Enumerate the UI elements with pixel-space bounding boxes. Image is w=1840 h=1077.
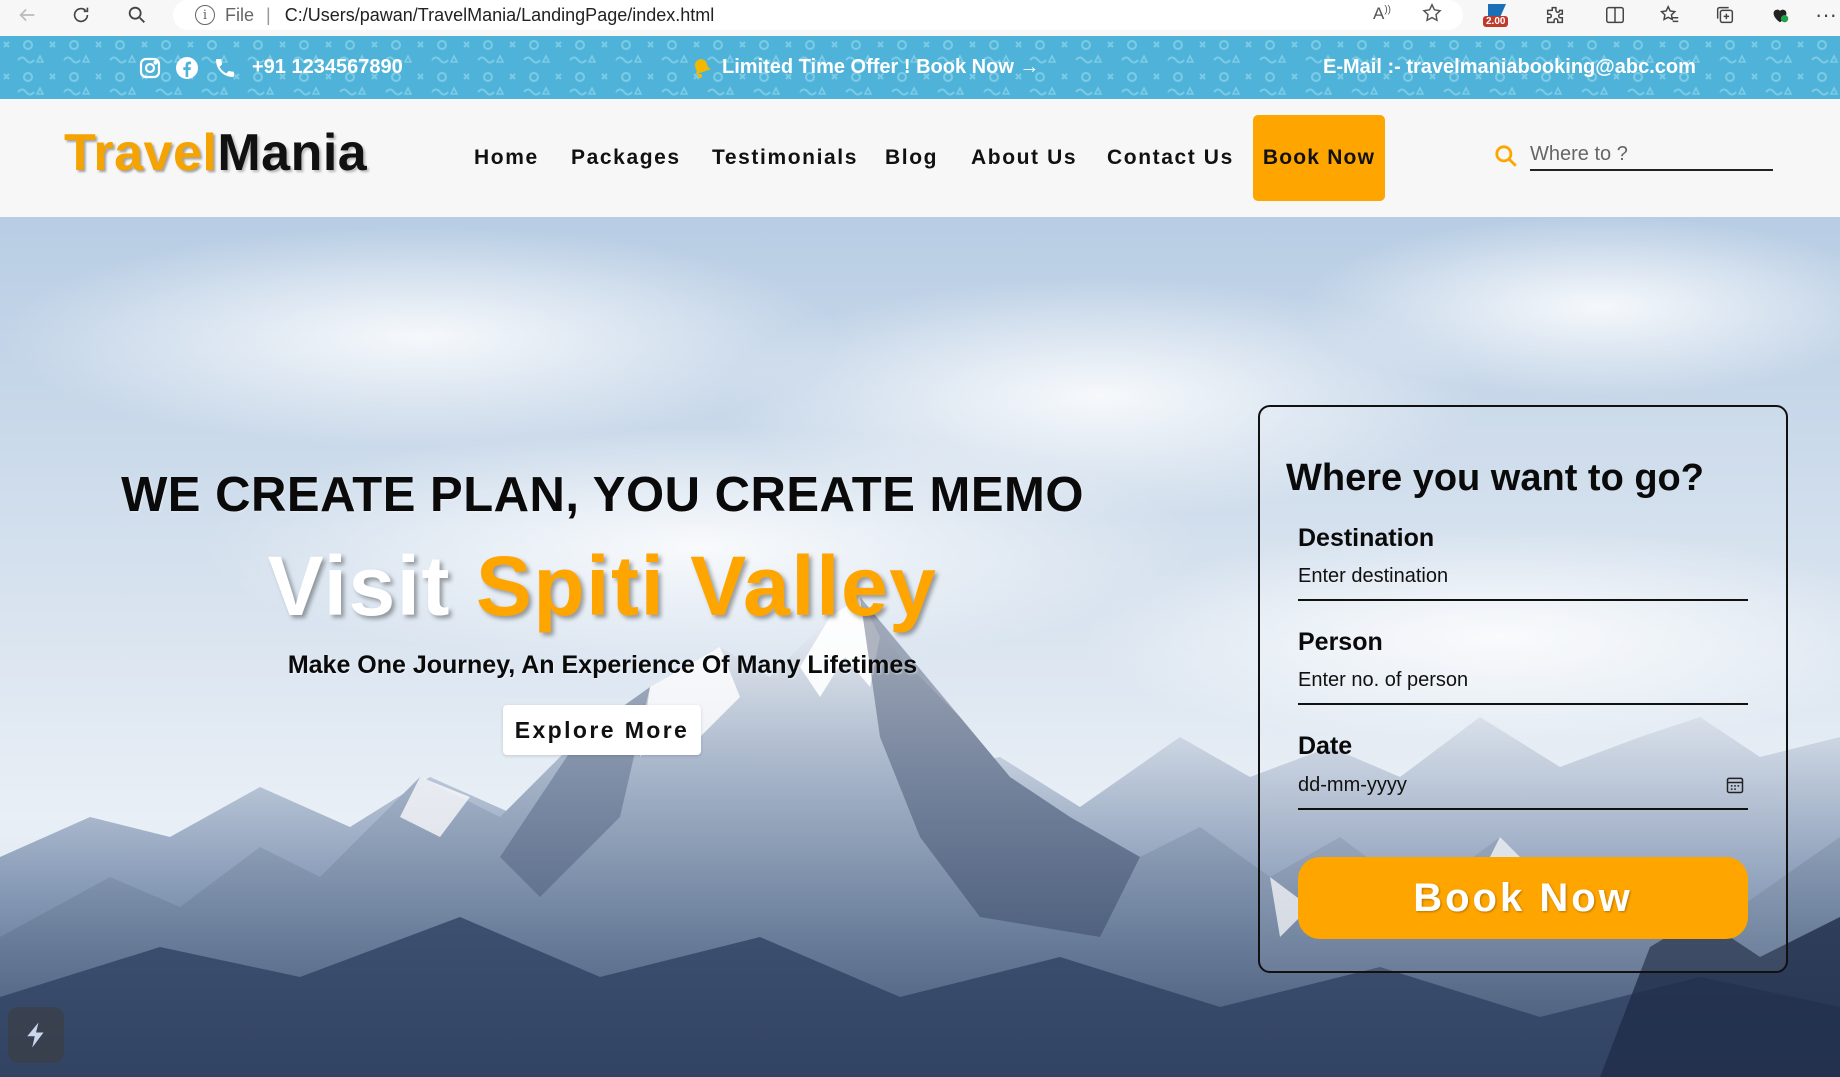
- destination-label: Destination: [1298, 524, 1435, 552]
- nav-link-blog[interactable]: Blog: [885, 99, 938, 217]
- hero-section: WE CREATE PLAN, YOU CREATE MEMO Visit Sp…: [0, 217, 1840, 1077]
- logo-part-mania: Mania: [217, 124, 368, 182]
- hero-headline: Visit Spiti Valley: [0, 539, 1205, 634]
- offer-link[interactable]: Limited Time Offer ! Book Now →: [690, 36, 1039, 99]
- instagram-link[interactable]: [138, 36, 177, 99]
- hero-subtitle: Make One Journey, An Experience Of Many …: [287, 651, 918, 679]
- person-label: Person: [1298, 628, 1383, 656]
- nav-search-icon[interactable]: [1493, 143, 1519, 169]
- nav-link-home[interactable]: Home: [474, 99, 539, 217]
- extensions-icon[interactable]: [1540, 0, 1570, 30]
- more-menu-icon[interactable]: ···: [1812, 0, 1840, 30]
- facebook-icon: [175, 56, 199, 80]
- date-placeholder: dd-mm-yyyy: [1298, 773, 1407, 796]
- refresh-icon[interactable]: [66, 0, 96, 30]
- top-info-bar: +91 1234567890 Limited Time Offer ! Book…: [0, 36, 1840, 99]
- url-separator: |: [266, 4, 271, 25]
- hero-title: WE CREATE PLAN, YOU CREATE MEMO: [121, 468, 1084, 522]
- offer-text: Limited Time Offer ! Book Now →: [722, 56, 1040, 78]
- phone-contact[interactable]: +91 1234567890: [213, 36, 403, 99]
- logo-part-travel: Travel: [64, 124, 218, 182]
- address-bar[interactable]: i File | C:/Users/pawan/TravelMania/Land…: [173, 0, 1463, 30]
- instagram-icon: [138, 56, 162, 80]
- favorite-star-icon[interactable]: [1421, 2, 1443, 29]
- facebook-link[interactable]: [175, 36, 214, 99]
- collections-icon[interactable]: [1710, 0, 1740, 30]
- booking-form-card: Where you want to go? Destination Enter …: [1258, 405, 1788, 973]
- nav-link-contact-us[interactable]: Contact Us: [1107, 99, 1234, 217]
- booking-form-title: Where you want to go?: [1286, 457, 1704, 499]
- phone-number: +91 1234567890: [252, 56, 403, 78]
- main-nav: TravelMania Home Packages Testimonials B…: [0, 99, 1840, 217]
- bell-icon: [690, 56, 714, 80]
- hero-destination: Spiti Valley: [475, 539, 938, 633]
- back-icon[interactable]: [12, 0, 42, 30]
- nav-link-packages[interactable]: Packages: [571, 99, 681, 217]
- date-input[interactable]: dd-mm-yyyy: [1298, 762, 1748, 810]
- booking-submit-button[interactable]: Book Now: [1298, 857, 1748, 939]
- extension-badge-count: 2.00: [1483, 16, 1509, 27]
- nav-book-now-button[interactable]: Book Now: [1253, 115, 1385, 201]
- email-text: E-Mail :- travelmaniabooking@abc.com: [1323, 56, 1696, 78]
- nav-link-testimonials[interactable]: Testimonials: [712, 99, 858, 217]
- favorites-icon[interactable]: [1655, 0, 1685, 30]
- site-logo[interactable]: TravelMania: [64, 123, 367, 183]
- url-scheme: File: [225, 4, 255, 25]
- extension-badge-icon[interactable]: 2.00: [1483, 2, 1513, 32]
- email-contact[interactable]: E-Mail :- travelmaniabooking@abc.com: [1323, 36, 1696, 99]
- lightning-icon: [27, 1022, 44, 1048]
- nav-link-about-us[interactable]: About Us: [971, 99, 1077, 217]
- date-label: Date: [1298, 732, 1353, 760]
- person-placeholder: Enter no. of person: [1298, 668, 1469, 691]
- destination-input[interactable]: Enter destination: [1298, 553, 1748, 601]
- browser-essentials-icon[interactable]: [1765, 0, 1795, 30]
- explore-more-button[interactable]: Explore More: [503, 705, 701, 755]
- floating-widget-button[interactable]: [8, 1007, 64, 1063]
- read-aloud-icon[interactable]: A)): [1373, 4, 1391, 24]
- calendar-icon[interactable]: [1725, 775, 1745, 795]
- hero-visit-word: Visit: [267, 539, 451, 633]
- person-input[interactable]: Enter no. of person: [1298, 657, 1748, 705]
- url-text[interactable]: C:/Users/pawan/TravelMania/LandingPage/i…: [285, 5, 715, 26]
- search-icon[interactable]: [122, 0, 152, 30]
- destination-placeholder: Enter destination: [1298, 564, 1449, 587]
- browser-toolbar: i File | C:/Users/pawan/TravelMania/Land…: [0, 0, 1840, 36]
- info-icon[interactable]: i: [195, 5, 215, 25]
- phone-icon: [213, 56, 237, 80]
- nav-search-input[interactable]: [1530, 139, 1773, 171]
- split-screen-icon[interactable]: [1600, 0, 1630, 30]
